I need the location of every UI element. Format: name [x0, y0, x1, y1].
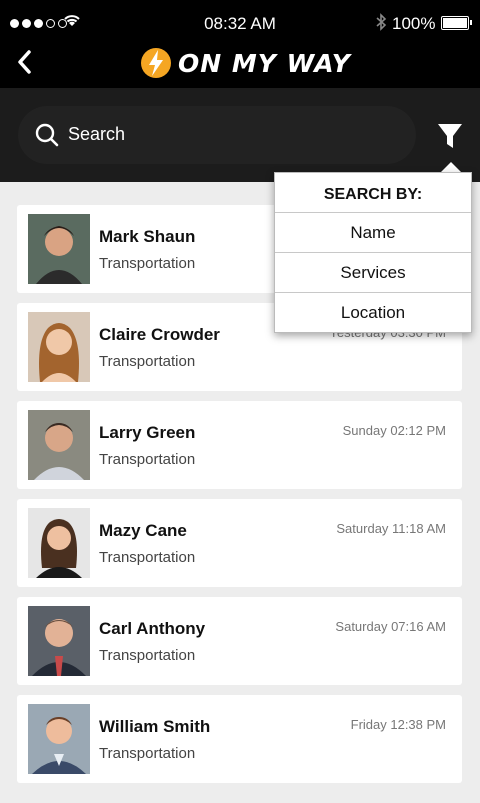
list-item[interactable]: Mazy Cane Transportation Saturday 11:18 …: [17, 499, 462, 587]
contact-name: Claire Crowder: [99, 325, 220, 344]
contact-name: Carl Anthony: [99, 619, 206, 638]
avatar: [28, 312, 90, 382]
avatar: [28, 704, 90, 774]
avatar: [28, 508, 90, 578]
search-icon: [35, 123, 59, 147]
battery-icon: [441, 16, 472, 30]
avatar: [28, 606, 90, 676]
contact-name: Mazy Cane: [99, 521, 187, 540]
app-header: ON MY WAY: [0, 44, 480, 88]
contact-category: Transportation: [99, 451, 196, 468]
contact-name: William Smith: [99, 717, 211, 736]
contact-category: Transportation: [99, 353, 196, 370]
contact-category: Transportation: [99, 255, 196, 272]
contact-timestamp: Saturday 11:18 AM: [336, 521, 446, 536]
contact-timestamp: Saturday 07:16 AM: [335, 619, 446, 634]
contact-category: Transportation: [99, 647, 196, 664]
lightning-bolt-icon: [141, 48, 171, 78]
dropdown-option-services[interactable]: Services: [275, 253, 471, 293]
dropdown-option-name[interactable]: Name: [275, 213, 471, 253]
search-placeholder: Search: [68, 124, 126, 144]
list-item[interactable]: Carl Anthony Transportation Saturday 07:…: [17, 597, 462, 685]
search-area: Search: [0, 88, 480, 182]
list-item[interactable]: Larry Green Transportation Sunday 02:12 …: [17, 401, 462, 489]
status-bar: 08:32 AM 100%: [0, 0, 480, 44]
contact-name: Mark Shaun: [99, 227, 196, 246]
app-logo: ON MY WAY: [140, 45, 351, 81]
avatar: [28, 410, 90, 480]
list-item[interactable]: William Smith Transportation Friday 12:3…: [17, 695, 462, 783]
app-logo-text: ON MY WAY: [178, 48, 351, 78]
contact-category: Transportation: [99, 549, 196, 566]
contact-name: Larry Green: [99, 423, 196, 442]
battery-percentage: 100%: [392, 14, 436, 33]
back-button[interactable]: [12, 48, 40, 76]
bluetooth-icon: [376, 13, 387, 31]
contact-category: Transportation: [99, 745, 196, 762]
dropdown-title: SEARCH BY:: [275, 173, 471, 213]
dropdown-option-location[interactable]: Location: [275, 293, 471, 333]
contact-timestamp: Sunday 02:12 PM: [342, 423, 446, 438]
filter-icon[interactable]: [436, 122, 464, 150]
contact-timestamp: Friday 12:38 PM: [350, 717, 446, 732]
search-input[interactable]: Search: [18, 106, 416, 164]
avatar: [28, 214, 90, 284]
search-by-dropdown: SEARCH BY: Name Services Location: [274, 172, 472, 333]
